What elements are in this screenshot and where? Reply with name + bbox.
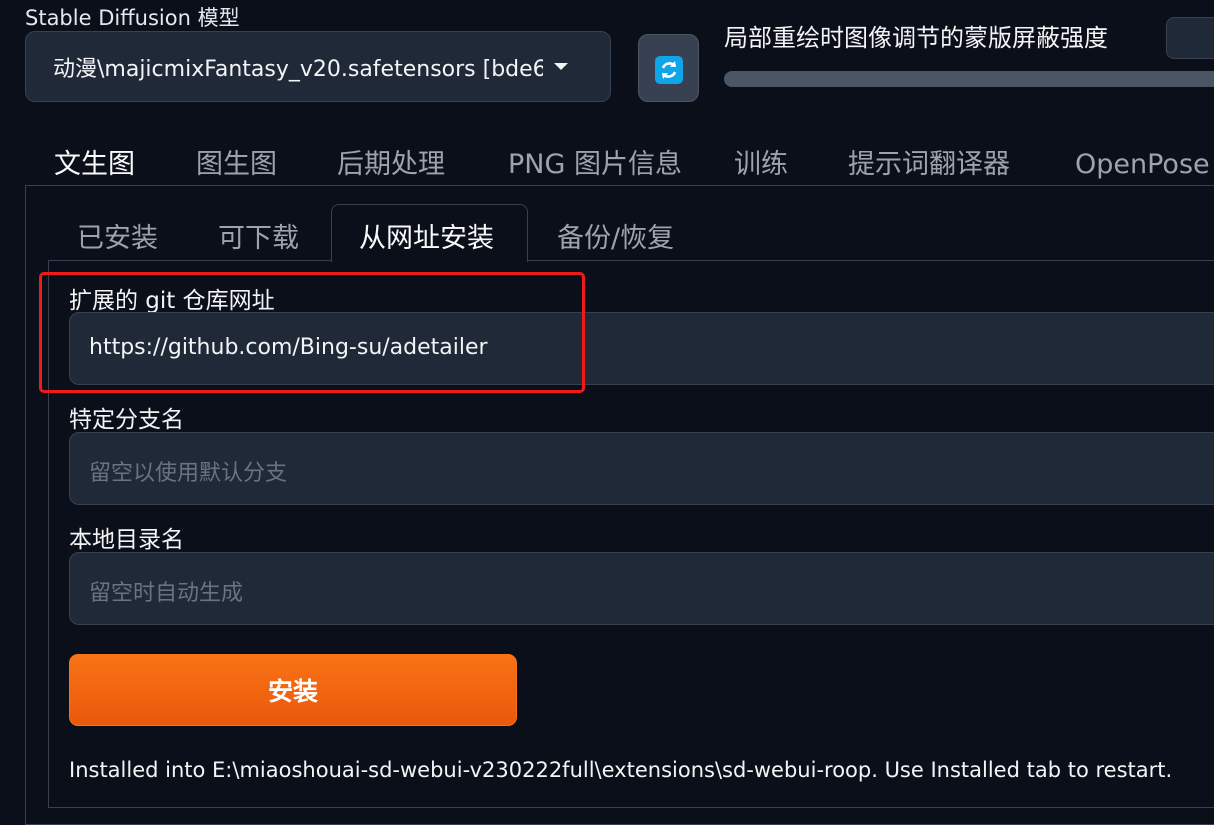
local-dir-input[interactable]: 留空时自动生成 xyxy=(69,552,1214,625)
subtab-backup-restore[interactable]: 备份/恢复 xyxy=(557,216,674,255)
model-dropdown[interactable]: 动漫\majicmixFantasy_v20.safetensors [bde6… xyxy=(25,31,611,102)
refresh-icon xyxy=(655,56,683,84)
mask-strength-slider[interactable] xyxy=(724,71,1214,87)
branch-input[interactable]: 留空以使用默认分支 xyxy=(69,432,1214,505)
subtab-install-from-url[interactable]: 从网址安装 xyxy=(359,216,494,255)
highlight-box xyxy=(39,272,585,393)
tab-train[interactable]: 训练 xyxy=(734,142,788,181)
tab-extras[interactable]: 后期处理 xyxy=(337,142,445,181)
install-status-message: Installed into E:\miaoshouai-sd-webui-v2… xyxy=(69,758,1173,782)
mask-strength-number-input[interactable] xyxy=(1166,17,1214,59)
local-dir-placeholder: 留空时自动生成 xyxy=(89,581,244,606)
refresh-model-button[interactable] xyxy=(638,34,699,102)
tab-img2img[interactable]: 图生图 xyxy=(196,142,277,181)
tab-openpose[interactable]: OpenPose 编 xyxy=(1075,142,1214,181)
branch-label: 特定分支名 xyxy=(69,407,184,433)
model-label: Stable Diffusion 模型 xyxy=(25,6,240,30)
subtab-available[interactable]: 可下载 xyxy=(218,216,299,255)
tab-txt2img[interactable]: 文生图 xyxy=(54,142,135,181)
subtab-installed[interactable]: 已安装 xyxy=(77,216,158,255)
mask-strength-label: 局部重绘时图像调节的蒙版屏蔽强度 xyxy=(724,24,1108,52)
install-button[interactable]: 安装 xyxy=(69,654,517,726)
local-dir-label: 本地目录名 xyxy=(69,527,184,553)
tab-prompt-translator[interactable]: 提示词翻译器 xyxy=(848,142,1010,181)
branch-placeholder: 留空以使用默认分支 xyxy=(89,461,288,486)
tab-png-info[interactable]: PNG 图片信息 xyxy=(508,142,682,181)
chevron-down-icon xyxy=(554,63,568,70)
model-selected-value: 动漫\majicmixFantasy_v20.safetensors [bde6… xyxy=(53,57,543,82)
